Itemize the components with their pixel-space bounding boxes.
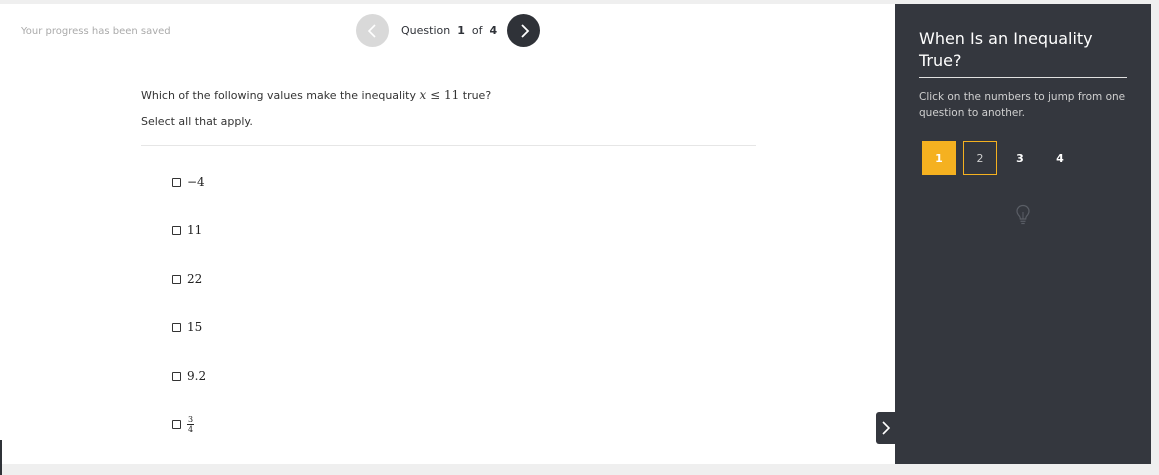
divider bbox=[141, 145, 756, 146]
inequality-variable: x bbox=[419, 88, 427, 102]
option-label: 15 bbox=[187, 320, 203, 334]
question-counter: Question 1 of 4 bbox=[401, 24, 497, 37]
checkbox[interactable] bbox=[172, 371, 181, 381]
option-eleven[interactable]: 11 bbox=[172, 223, 202, 237]
question-prompt: Which of the following values make the i… bbox=[141, 88, 491, 102]
prompt-text-after: true? bbox=[462, 89, 492, 102]
chevron-left-icon bbox=[367, 23, 376, 38]
of-word: of bbox=[471, 24, 483, 37]
question-page: Your progress has been saved Question 1 … bbox=[0, 4, 895, 464]
question-jump-3[interactable]: 3 bbox=[1003, 141, 1037, 175]
checkbox[interactable] bbox=[172, 225, 181, 235]
option-negative-four[interactable]: −4 bbox=[172, 175, 205, 189]
checkbox[interactable] bbox=[172, 274, 181, 284]
option-three-quarters[interactable]: 3 4 bbox=[172, 415, 195, 434]
side-panel: When Is an Inequality True? Click on the… bbox=[895, 4, 1151, 464]
fraction-denominator: 4 bbox=[188, 425, 194, 434]
inequality-operator: ≤ bbox=[430, 88, 441, 102]
prompt-text-before: Which of the following values make the i… bbox=[141, 89, 416, 102]
option-twenty-two[interactable]: 22 bbox=[172, 272, 202, 286]
checkbox[interactable] bbox=[172, 177, 181, 187]
previous-question-button[interactable] bbox=[356, 14, 389, 47]
option-label: 11 bbox=[187, 223, 203, 237]
panel-divider bbox=[919, 77, 1127, 78]
panel-description: Click on the numbers to jump from one qu… bbox=[919, 91, 1126, 119]
chevron-right-icon bbox=[881, 421, 890, 435]
fraction-numerator: 3 bbox=[187, 415, 195, 425]
inequality-value: 11 bbox=[443, 88, 460, 102]
option-label: −4 bbox=[187, 175, 205, 189]
question-jump-2[interactable]: 2 bbox=[963, 141, 997, 175]
option-nine-point-two[interactable]: 9.2 bbox=[172, 369, 206, 383]
next-question-button[interactable] bbox=[507, 14, 540, 47]
window-edge bbox=[0, 440, 2, 475]
collapse-panel-button[interactable] bbox=[876, 412, 895, 444]
fraction-label: 3 4 bbox=[187, 415, 195, 434]
select-all-hint: Select all that apply. bbox=[141, 115, 253, 128]
total-question-number: 4 bbox=[489, 24, 498, 37]
inequality-expression: x ≤ 11 bbox=[419, 88, 459, 102]
lightbulb-icon[interactable] bbox=[1015, 204, 1031, 226]
question-jump-4[interactable]: 4 bbox=[1043, 141, 1077, 175]
progress-saved-status: Your progress has been saved bbox=[21, 26, 171, 37]
option-fifteen[interactable]: 15 bbox=[172, 320, 202, 334]
question-word: Question bbox=[401, 24, 451, 37]
question-jump-1[interactable]: 1 bbox=[922, 141, 956, 175]
chevron-right-icon bbox=[520, 23, 529, 38]
current-question-number: 1 bbox=[457, 24, 465, 37]
option-label: 9.2 bbox=[187, 369, 207, 383]
panel-title: When Is an Inequality True? bbox=[919, 29, 1093, 70]
checkbox[interactable] bbox=[172, 322, 181, 332]
checkbox[interactable] bbox=[172, 420, 181, 429]
option-label: 22 bbox=[187, 272, 203, 286]
